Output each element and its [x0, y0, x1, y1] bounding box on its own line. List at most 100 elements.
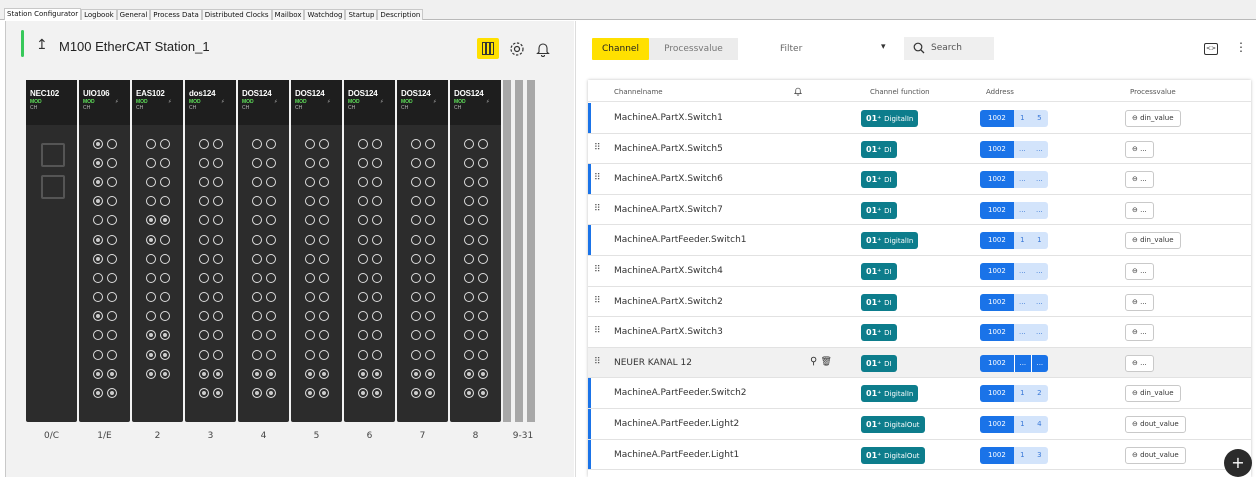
processvalue-link[interactable]: ⊖ ... — [1125, 293, 1154, 311]
add-channel-button[interactable]: + — [1224, 449, 1252, 477]
address-group[interactable]: 1002 1 2 — [980, 385, 1048, 403]
io-module[interactable]: DOS124 MOD CH ⚡ — [397, 80, 448, 422]
bell-icon[interactable] — [536, 41, 550, 57]
drag-handle-icon[interactable]: ⠿ — [594, 357, 601, 367]
channel-function-badge[interactable]: 01⁺ DigitalOut — [861, 416, 925, 433]
table-row[interactable]: ⠿ MachineA.PartX.Switch5 01⁺ DI 1002...... ⊖… — [588, 133, 1251, 165]
address-group[interactable]: 1002...... — [980, 293, 1048, 311]
processvalue-link[interactable]: ⊖ ... — [1125, 354, 1154, 372]
tab-process-data[interactable]: Process Data — [150, 9, 202, 20]
search-input[interactable]: Search — [904, 37, 994, 60]
edit-mapping-icon[interactable]: ⚲ — [810, 356, 821, 367]
empty-slot[interactable] — [527, 80, 535, 422]
table-row[interactable]: MachineA.PartFeeder.Light1 01⁺ DigitalOut… — [588, 439, 1251, 471]
chevron-down-icon[interactable]: ▾ — [881, 42, 886, 52]
address-byte[interactable]: ... — [1013, 354, 1031, 372]
filter-label[interactable]: Filter — [780, 44, 802, 54]
io-module[interactable]: DOS124 MOD CH ⚡ — [291, 80, 342, 422]
channel-function-badge[interactable]: 01⁺ DI — [861, 263, 897, 280]
drag-handle-icon[interactable]: ⠿ — [594, 326, 601, 336]
address-group[interactable]: 1002...... — [980, 201, 1048, 219]
address-group[interactable]: 1002...... — [980, 354, 1048, 372]
tab-startup[interactable]: Startup — [345, 9, 378, 20]
tab-description[interactable]: Description — [377, 9, 424, 20]
address-byte[interactable]: ... — [1013, 324, 1031, 342]
address-bit[interactable]: ... — [1030, 140, 1048, 158]
io-module[interactable]: UIO106 MOD CH ⚡ — [79, 80, 130, 422]
up-arrow-icon[interactable]: ↥ — [36, 37, 48, 53]
address-bit[interactable]: ... — [1030, 324, 1048, 342]
rack-view-button[interactable] — [477, 38, 499, 59]
address-group[interactable]: 1002 1 4 — [980, 416, 1048, 433]
address-byte[interactable]: 1 — [1013, 232, 1031, 250]
address-byte[interactable]: ... — [1013, 293, 1031, 311]
address-byte[interactable]: ... — [1013, 140, 1031, 158]
address-bit[interactable]: ... — [1030, 354, 1048, 372]
address-group[interactable]: 1002...... — [980, 324, 1048, 342]
table-row[interactable]: MachineA.PartFeeder.Switch2 01⁺ DigitalIn… — [588, 378, 1251, 409]
address-byte[interactable]: 1 — [1013, 385, 1031, 403]
io-module[interactable]: DOS124 MOD CH ⚡ — [450, 80, 501, 422]
channel-function-badge[interactable]: 01⁺ DigitalIn — [861, 232, 919, 250]
address-group[interactable]: 1002...... — [980, 263, 1048, 280]
processvalue-link[interactable]: ⊖ dout_value — [1125, 446, 1186, 464]
processvalue-toggle[interactable]: Processvalue — [649, 38, 738, 60]
address-bit[interactable]: 1 — [1030, 232, 1048, 250]
table-row[interactable]: ⠿ MachineA.PartX.Switch3 01⁺ DI 1002...... ⊖… — [588, 317, 1251, 348]
gear-icon[interactable] — [509, 41, 525, 57]
channel-function-badge[interactable]: 01⁺ DI — [861, 354, 897, 372]
io-module[interactable]: NEC102 MOD CH — [26, 80, 77, 422]
header-channelname[interactable]: Channelname — [614, 88, 663, 96]
header-processvalue[interactable]: Processvalue — [1130, 88, 1176, 96]
address-bit[interactable]: 2 — [1030, 385, 1048, 403]
empty-slot[interactable] — [515, 80, 523, 422]
channel-function-badge[interactable]: 01⁺ DI — [861, 140, 897, 158]
address-bit[interactable]: 4 — [1030, 416, 1048, 433]
processvalue-link[interactable]: ⊖ dout_value — [1125, 416, 1186, 433]
table-row[interactable]: ⠿ MachineA.PartX.Switch4 01⁺ DI 1002...... ⊖… — [588, 256, 1251, 287]
channel-toggle[interactable]: Channel — [592, 38, 649, 60]
channel-function-badge[interactable]: 01⁺ DigitalIn — [861, 110, 919, 127]
address-group[interactable]: 1002 1 1 — [980, 232, 1048, 250]
drag-handle-icon[interactable]: ⠿ — [594, 143, 601, 153]
table-row[interactable]: MachineA.PartFeeder.Light2 01⁺ DigitalOut… — [588, 409, 1251, 440]
address-bit[interactable]: ... — [1030, 201, 1048, 219]
address-group[interactable]: 1002 1 3 — [980, 446, 1048, 464]
drag-handle-icon[interactable]: ⠿ — [594, 265, 601, 275]
bell-icon[interactable] — [794, 86, 802, 96]
address-byte[interactable]: 1 — [1013, 416, 1031, 433]
table-row[interactable]: MachineA.PartFeeder.Switch1 01⁺ DigitalIn… — [588, 225, 1251, 256]
table-row[interactable]: ⠿ MachineA.PartX.Switch7 01⁺ DI 1002...... ⊖… — [588, 194, 1251, 226]
drag-handle-icon[interactable]: ⠿ — [594, 173, 601, 183]
table-row[interactable]: ⠿ MachineA.PartX.Switch2 01⁺ DI 1002...... ⊖… — [588, 286, 1251, 318]
tab-general[interactable]: General — [116, 9, 151, 20]
channel-function-badge[interactable]: 01⁺ DigitalOut — [861, 446, 925, 464]
more-menu-icon[interactable]: ⋮ — [1235, 40, 1247, 54]
address-bit[interactable]: 5 — [1030, 110, 1048, 127]
address-group[interactable]: 1002 1 5 — [980, 110, 1048, 127]
address-byte[interactable]: ... — [1013, 263, 1031, 280]
processvalue-link[interactable]: ⊖ ... — [1125, 171, 1154, 189]
processvalue-link[interactable]: ⊖ ... — [1125, 201, 1154, 219]
address-byte[interactable]: ... — [1013, 201, 1031, 219]
io-module[interactable]: dos124 MOD CH ⚡ — [185, 80, 236, 422]
table-row[interactable]: ⠿ NEUER KANAL 12 ⚲ 🗑 01⁺ DI 1002...... ⊖ ... — [588, 347, 1251, 379]
header-channel-function[interactable]: Channel function — [870, 88, 930, 96]
channel-function-badge[interactable]: 01⁺ DI — [861, 201, 897, 219]
drag-handle-icon[interactable]: ⠿ — [594, 296, 601, 306]
tab-station-configurator[interactable]: Station Configurator — [4, 8, 82, 20]
trash-icon[interactable]: 🗑 — [821, 357, 832, 367]
processvalue-link[interactable]: ⊖ din_value — [1125, 110, 1181, 127]
tab-watchdog[interactable]: Watchdog — [304, 9, 346, 20]
tab-logbook[interactable]: Logbook — [81, 9, 117, 20]
drag-handle-icon[interactable]: ⠿ — [594, 204, 601, 214]
address-bit[interactable]: ... — [1030, 293, 1048, 311]
processvalue-link[interactable]: ⊖ ... — [1125, 324, 1154, 342]
processvalue-link[interactable]: ⊖ ... — [1125, 140, 1154, 158]
address-byte[interactable]: ... — [1013, 171, 1031, 189]
address-bit[interactable]: ... — [1030, 263, 1048, 280]
empty-slot[interactable] — [503, 80, 511, 422]
channel-function-badge[interactable]: 01⁺ DI — [861, 324, 897, 342]
address-group[interactable]: 1002...... — [980, 140, 1048, 158]
address-bit[interactable]: ... — [1030, 171, 1048, 189]
